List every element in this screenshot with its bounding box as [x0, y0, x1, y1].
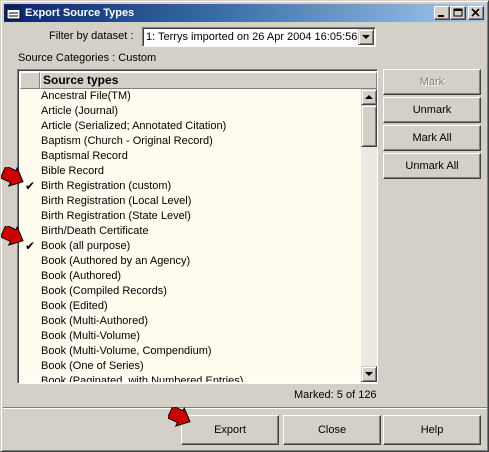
arrow-down-icon: [365, 372, 373, 376]
check-cell[interactable]: [20, 89, 40, 104]
close-window-button[interactable]: [468, 6, 484, 20]
list-item[interactable]: Birth Registration (Local Level): [20, 194, 361, 209]
mark-button[interactable]: Mark: [383, 69, 481, 95]
list-item[interactable]: Book (Compiled Records): [20, 284, 361, 299]
close-icon: [471, 8, 480, 17]
list-item[interactable]: Book (Multi-Volume, Compendium): [20, 344, 361, 359]
list-item-label: Book (One of Series): [41, 360, 144, 372]
list-item[interactable]: Book (Authored by an Agency): [20, 254, 361, 269]
list-item[interactable]: Book (Authored): [20, 269, 361, 284]
check-cell[interactable]: [20, 359, 40, 374]
check-cell[interactable]: [20, 314, 40, 329]
check-cell[interactable]: [20, 194, 40, 209]
list-item-label: Book (Multi-Volume): [41, 330, 141, 342]
list-item-label: Bible Record: [41, 165, 104, 177]
scroll-thumb[interactable]: [361, 105, 377, 147]
list-item[interactable]: Book (Paginated, with Numbered Entries): [20, 374, 361, 382]
minimize-icon: [438, 15, 444, 17]
list-item[interactable]: Ancestral File(TM): [20, 89, 361, 104]
check-cell[interactable]: [20, 374, 40, 382]
app-window-icon: [6, 5, 22, 21]
title-bar[interactable]: Export Source Types: [4, 4, 486, 22]
list-item-label: Book (Multi-Volume, Compendium): [41, 345, 212, 357]
source-types-column-header[interactable]: Source types: [40, 72, 377, 89]
list-item-label: Book (Multi-Authored): [41, 315, 148, 327]
dataset-selected-value: 1: Terrys imported on 26 Apr 2004 16:05:…: [146, 31, 358, 43]
maximize-button[interactable]: [450, 6, 466, 20]
unmark-all-button[interactable]: Unmark All: [383, 153, 481, 179]
check-cell[interactable]: [20, 209, 40, 224]
check-cell[interactable]: [20, 134, 40, 149]
check-cell[interactable]: [20, 104, 40, 119]
check-cell[interactable]: [20, 119, 40, 134]
arrow-up-icon: [365, 95, 373, 99]
list-item-label: Book (all purpose): [41, 240, 131, 252]
dataset-dropdown[interactable]: 1: Terrys imported on 26 Apr 2004 16:05:…: [142, 27, 376, 47]
maximize-icon: [453, 8, 463, 17]
list-item[interactable]: Book (Multi-Authored): [20, 314, 361, 329]
list-item-label: Birth Registration (State Level): [41, 210, 191, 222]
minimize-button[interactable]: [434, 6, 450, 20]
list-item[interactable]: Book (One of Series): [20, 359, 361, 374]
list-item-label: Ancestral File(TM): [41, 90, 131, 102]
export-source-types-dialog: Export Source Types Filter by dataset : …: [0, 0, 489, 452]
list-item-label: Book (Compiled Records): [41, 285, 167, 297]
list-item-label: Article (Serialized; Annotated Citation): [41, 120, 227, 132]
dropdown-button[interactable]: [358, 29, 374, 45]
check-cell[interactable]: [20, 284, 40, 299]
check-cell[interactable]: [20, 254, 40, 269]
scroll-down-button[interactable]: [361, 366, 377, 382]
window-title: Export Source Types: [25, 7, 135, 19]
source-categories-label: Source Categories : Custom: [18, 52, 157, 64]
filter-by-dataset-label: Filter by dataset :: [49, 30, 134, 42]
close-button[interactable]: Close: [283, 415, 381, 445]
list-item-label: Birth Registration (custom): [41, 180, 172, 192]
list-item-label: Book (Authored by an Agency): [41, 255, 191, 267]
check-cell[interactable]: [20, 344, 40, 359]
list-item[interactable]: Baptism (Church - Original Record): [20, 134, 361, 149]
divider: [3, 407, 487, 409]
check-cell[interactable]: [20, 149, 40, 164]
list-item-label: Book (Paginated, with Numbered Entries): [41, 375, 244, 382]
list-item-label: Book (Edited): [41, 300, 108, 312]
list-item-label: Book (Authored): [41, 270, 122, 282]
list-item[interactable]: Birth Registration (State Level): [20, 209, 361, 224]
list-item-label: Baptism (Church - Original Record): [41, 135, 213, 147]
export-button[interactable]: Export: [181, 415, 279, 445]
help-button[interactable]: Help: [383, 415, 481, 445]
list-item[interactable]: Baptismal Record: [20, 149, 361, 164]
list-item[interactable]: ✔ Birth Registration (custom): [20, 179, 361, 194]
chevron-down-icon: [362, 35, 370, 39]
list-item-label: Baptismal Record: [41, 150, 128, 162]
list-item[interactable]: Bible Record: [20, 164, 361, 179]
check-cell[interactable]: [20, 329, 40, 344]
scroll-up-button[interactable]: [361, 89, 377, 105]
list-item[interactable]: Birth/Death Certificate: [20, 224, 361, 239]
unmark-button[interactable]: Unmark: [383, 97, 481, 123]
list-item[interactable]: Article (Serialized; Annotated Citation): [20, 119, 361, 134]
annotation-arrow-icon: [1, 226, 24, 246]
check-column-header[interactable]: [20, 72, 40, 89]
list-item[interactable]: ✔ Book (all purpose): [20, 239, 361, 254]
annotation-arrow-icon: [1, 167, 24, 187]
mark-all-button[interactable]: Mark All: [383, 125, 481, 151]
list-item[interactable]: Book (Multi-Volume): [20, 329, 361, 344]
list-header: Source types: [20, 72, 377, 89]
source-types-list[interactable]: Source types Ancestral File(TM) Article (…: [17, 69, 378, 384]
check-cell[interactable]: [20, 269, 40, 284]
list-item-label: Birth Registration (Local Level): [41, 195, 192, 207]
vertical-scrollbar[interactable]: [361, 89, 377, 382]
list-item[interactable]: Article (Journal): [20, 104, 361, 119]
marked-count: Marked: 5 of 126: [294, 389, 377, 401]
list-item-label: Birth/Death Certificate: [41, 225, 149, 237]
list-item-label: Article (Journal): [41, 105, 119, 117]
check-cell[interactable]: [20, 299, 40, 314]
list-item[interactable]: Book (Edited): [20, 299, 361, 314]
list-rows: Ancestral File(TM) Article (Journal) Artic…: [20, 89, 361, 382]
annotation-arrow-icon: [168, 407, 191, 427]
